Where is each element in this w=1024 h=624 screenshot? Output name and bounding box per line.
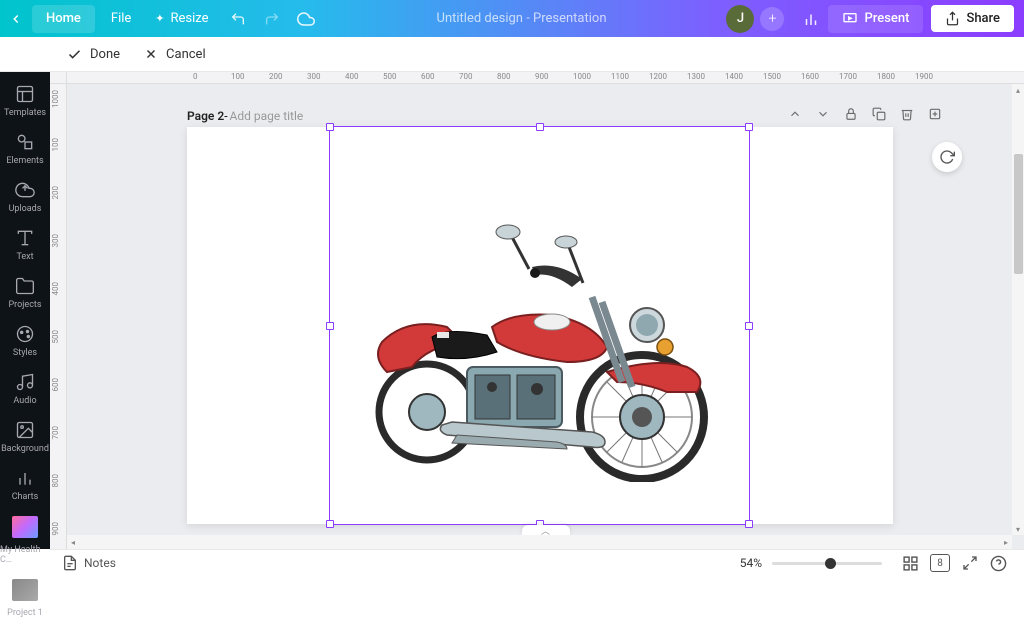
motorcycle-image[interactable] xyxy=(357,217,729,482)
cancel-label: Cancel xyxy=(166,47,206,62)
canvas-viewport[interactable]: Page 2 - Add page title xyxy=(67,84,1012,535)
folder-thumb-icon xyxy=(12,579,38,601)
present-button[interactable]: Present xyxy=(828,5,923,33)
rail-elements[interactable]: Elements xyxy=(0,124,50,172)
rail-styles[interactable]: Styles xyxy=(0,316,50,364)
cloud-status-icon[interactable] xyxy=(289,10,323,28)
present-icon xyxy=(842,11,858,27)
regenerate-button[interactable] xyxy=(932,142,962,172)
ruler-vertical: 1000100200300400500600700800900 xyxy=(50,72,67,549)
page-duplicate-icon[interactable] xyxy=(872,107,886,125)
zoom-slider[interactable] xyxy=(772,562,882,565)
rail-audio[interactable]: Audio xyxy=(0,364,50,412)
share-label: Share xyxy=(966,11,1000,26)
done-label: Done xyxy=(90,47,120,62)
close-icon xyxy=(144,47,158,61)
page-header: Page 2 - Add page title xyxy=(187,106,942,126)
page-indicator[interactable]: 8 xyxy=(930,554,950,572)
ruler-horizontal: 0100200300400500600700800900100011001200… xyxy=(67,72,1024,84)
scroll-right-icon[interactable]: ▸ xyxy=(1000,535,1012,549)
refresh-icon xyxy=(939,149,955,165)
check-icon xyxy=(67,47,82,62)
side-rail: Templates Elements Uploads Text Projects… xyxy=(0,72,50,549)
help-button[interactable] xyxy=(984,555,1012,572)
crop-context-bar: Done Cancel xyxy=(0,37,1024,72)
page-actions xyxy=(788,107,942,125)
page-number-label: Page 2 xyxy=(187,109,224,123)
resize-icon: ✦ xyxy=(155,12,164,25)
user-avatar[interactable]: J xyxy=(726,5,754,33)
resize-label: Resize xyxy=(171,11,209,26)
undo-button[interactable] xyxy=(221,11,255,27)
page-tray-toggle[interactable]: ︿ xyxy=(522,525,570,535)
canvas-area: 0100200300400500600700800900100011001200… xyxy=(67,72,1024,549)
folder-thumb-icon xyxy=(12,516,38,538)
slide-page[interactable] xyxy=(187,127,893,524)
scroll-down-icon[interactable]: ▾ xyxy=(1012,523,1024,535)
top-toolbar: Home File ✦ Resize Untitled design - Pres… xyxy=(0,0,1024,37)
zoom-level[interactable]: 54% xyxy=(740,556,762,570)
rail-project1[interactable]: Project 1 xyxy=(0,571,50,624)
zoom-slider-knob[interactable] xyxy=(825,558,836,569)
file-menu[interactable]: File xyxy=(99,0,143,37)
rail-myhealth[interactable]: My Health C… xyxy=(0,508,50,571)
rail-text[interactable]: Text xyxy=(0,220,50,268)
scroll-left-icon[interactable]: ◂ xyxy=(67,535,79,549)
document-title[interactable]: Untitled design - Presentation xyxy=(323,11,721,26)
rail-projects[interactable]: Projects xyxy=(0,268,50,316)
rail-uploads[interactable]: Uploads xyxy=(0,172,50,220)
resize-button[interactable]: ✦ Resize xyxy=(143,0,220,37)
main-area: Templates Elements Uploads Text Projects… xyxy=(0,72,1024,549)
present-label: Present xyxy=(864,11,909,26)
rail-background[interactable]: Background xyxy=(0,412,50,460)
notes-button[interactable]: Notes xyxy=(62,555,116,571)
page-move-up-icon[interactable] xyxy=(788,107,802,125)
redo-button[interactable] xyxy=(255,11,289,27)
scrollbar-vertical[interactable]: ▴ ▾ xyxy=(1012,84,1024,535)
back-button[interactable] xyxy=(0,0,32,37)
bottom-bar: Notes 54% 8 xyxy=(50,549,1024,576)
cancel-button[interactable]: Cancel xyxy=(132,47,218,62)
share-button[interactable]: Share xyxy=(931,5,1014,32)
home-button[interactable]: Home xyxy=(32,5,95,33)
add-member-button[interactable]: + xyxy=(760,7,784,31)
scroll-up-icon[interactable]: ▴ xyxy=(1012,84,1024,96)
scroll-thumb[interactable] xyxy=(1014,154,1023,274)
page-delete-icon[interactable] xyxy=(900,107,914,125)
share-icon xyxy=(945,11,960,26)
grid-view-button[interactable] xyxy=(896,555,924,572)
notes-label: Notes xyxy=(84,556,116,570)
insights-button[interactable] xyxy=(794,10,828,28)
page-title-input[interactable]: Add page title xyxy=(230,109,304,123)
page-move-down-icon[interactable] xyxy=(816,107,830,125)
notes-icon xyxy=(62,555,78,571)
done-button[interactable]: Done xyxy=(55,47,132,62)
fullscreen-button[interactable] xyxy=(956,555,984,571)
rail-charts[interactable]: Charts xyxy=(0,460,50,508)
page-add-icon[interactable] xyxy=(928,107,942,125)
rail-templates[interactable]: Templates xyxy=(0,76,50,124)
page-sep: - xyxy=(224,109,227,123)
scrollbar-horizontal[interactable]: ◂ ▸ xyxy=(67,535,1012,549)
page-lock-icon[interactable] xyxy=(844,107,858,125)
